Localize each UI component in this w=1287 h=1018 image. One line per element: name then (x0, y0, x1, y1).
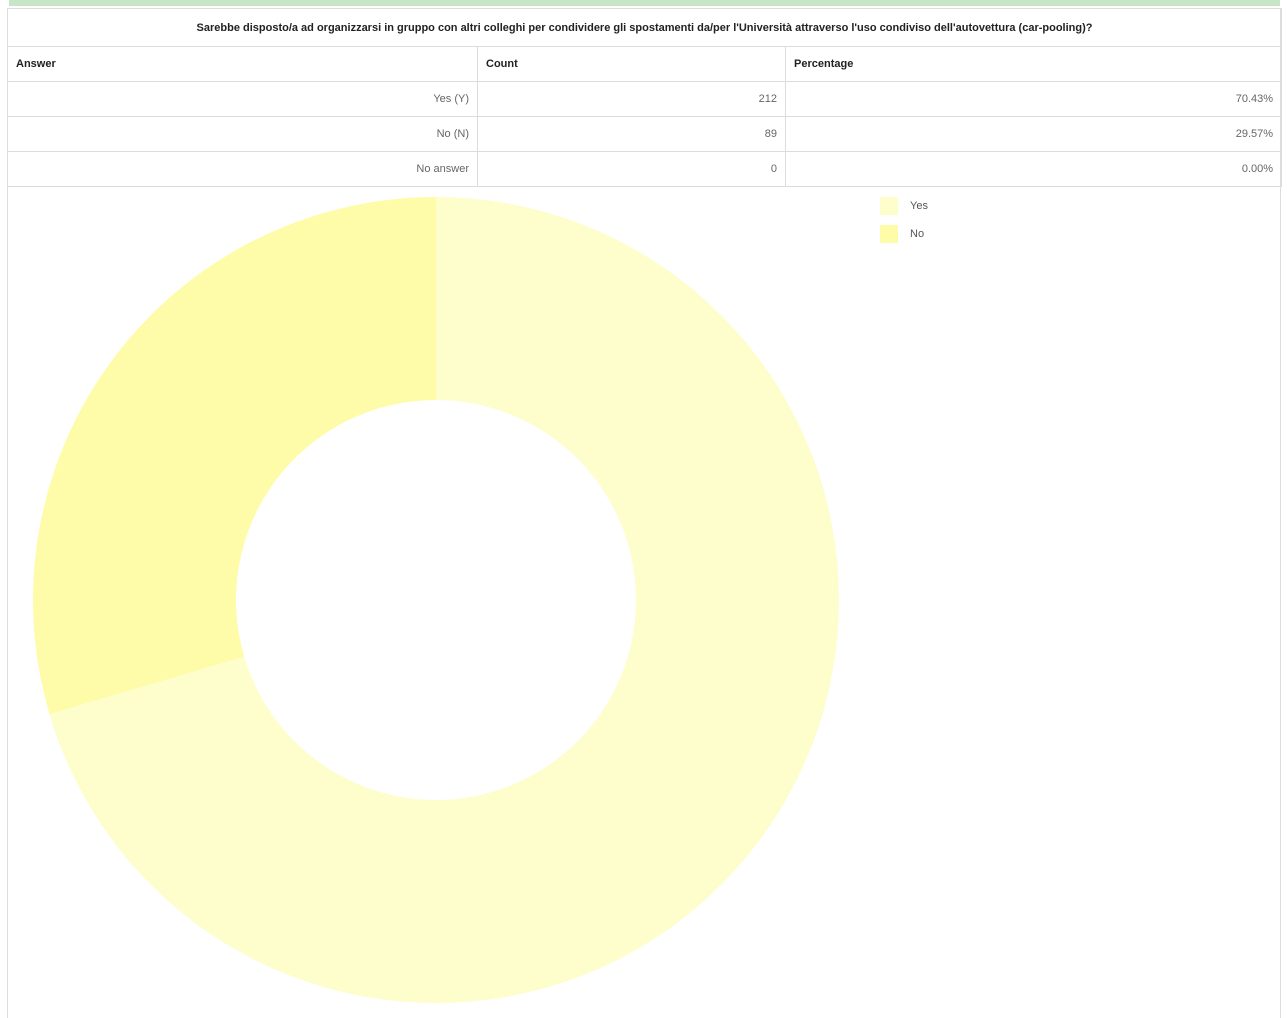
count-cell: 0 (477, 151, 786, 187)
header-accent-bar (9, 0, 1280, 6)
question-row: Sarebbe disposto/a ad organizzarsi in gr… (6, 8, 1283, 47)
count-cell: 89 (477, 116, 786, 152)
stats-table: Sarebbe disposto/a ad organizzarsi in gr… (6, 8, 1283, 187)
legend-item-no[interactable]: No (880, 224, 928, 244)
legend-label-yes: Yes (910, 200, 928, 212)
table-row: No answer 0 0.00% (7, 151, 1283, 187)
answer-cell: Yes (Y) (7, 81, 478, 117)
legend-item-yes[interactable]: Yes (880, 196, 928, 216)
table-row: Yes (Y) 212 70.43% (7, 81, 1283, 117)
col-header-count: Count (477, 46, 786, 82)
percentage-cell: 70.43% (784, 81, 1283, 117)
legend-label-no: No (910, 228, 925, 240)
legend-swatch-yes (880, 197, 898, 215)
percentage-cell: 29.57% (784, 116, 1283, 152)
legend-swatch-no (880, 225, 898, 243)
chart-legend: Yes No (880, 196, 928, 252)
answer-cell: No answer (7, 151, 478, 187)
count-cell: 212 (477, 81, 786, 117)
percentage-cell: 0.00% (784, 151, 1283, 187)
donut-chart (32, 197, 839, 1004)
question-title: Sarebbe disposto/a ad organizzarsi in gr… (6, 8, 1283, 47)
col-header-answer: Answer (7, 46, 478, 82)
answer-cell: No (N) (7, 116, 478, 152)
table-row: No (N) 89 29.57% (7, 116, 1283, 152)
col-header-percentage: Percentage (784, 46, 1283, 82)
header-row: Answer Count Percentage (7, 46, 1283, 82)
donut-slice-no[interactable] (32, 197, 437, 715)
